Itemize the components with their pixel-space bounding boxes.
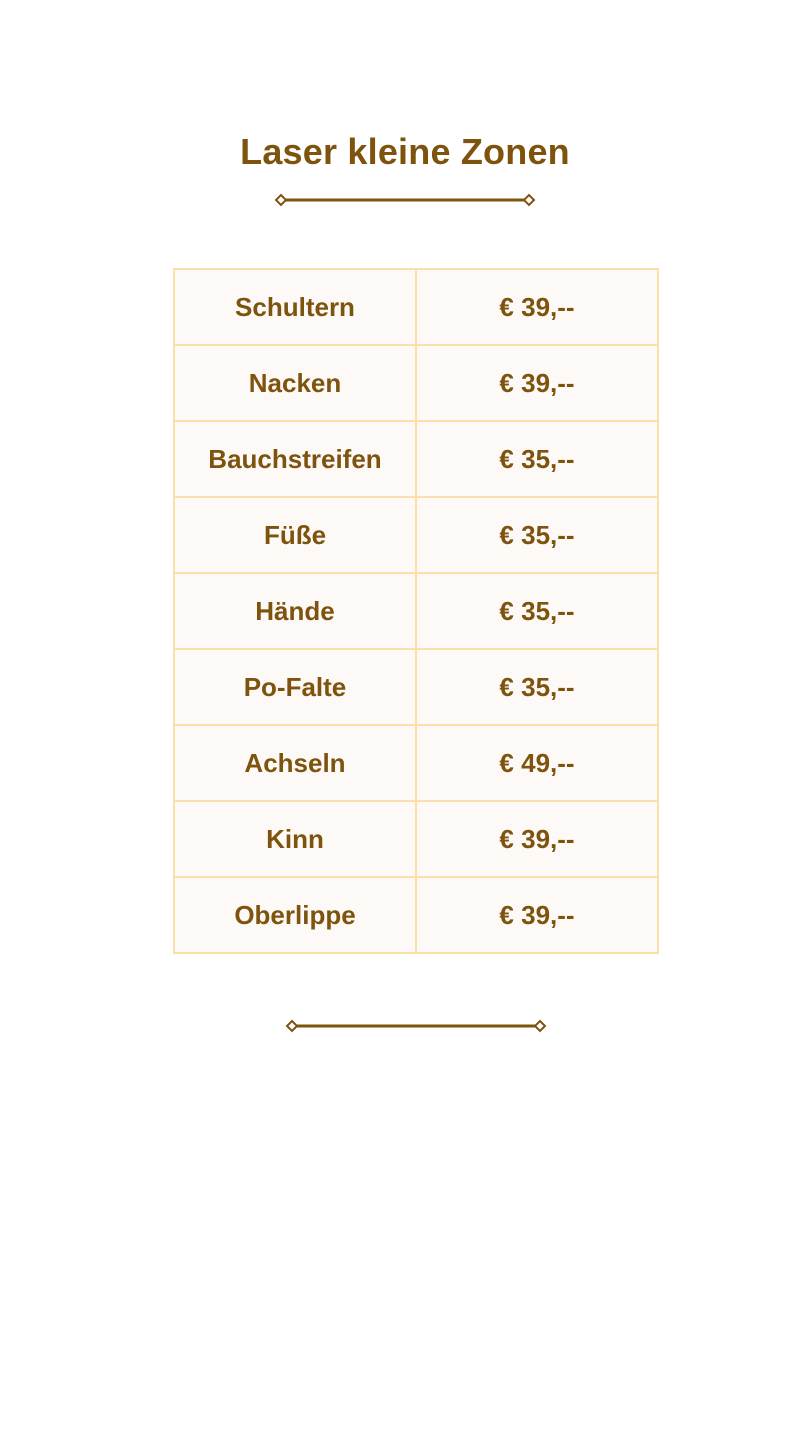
table-row: Oberlippe € 39,-- [173, 876, 659, 954]
zone-price: € 35,-- [415, 420, 659, 498]
zone-name: Oberlippe [173, 876, 417, 954]
table-row: Kinn € 39,-- [173, 800, 659, 878]
zone-price: € 39,-- [415, 344, 659, 422]
zone-price: € 39,-- [415, 876, 659, 954]
zone-price: € 35,-- [415, 572, 659, 650]
table-row: Po-Falte € 35,-- [173, 648, 659, 726]
zone-price: € 39,-- [415, 268, 659, 346]
table-row: Bauchstreifen € 35,-- [173, 420, 659, 498]
zone-price: € 49,-- [415, 724, 659, 802]
zone-name: Achseln [173, 724, 417, 802]
page-title: Laser kleine Zonen [240, 131, 570, 173]
ornamental-divider-bottom [285, 1019, 547, 1033]
table-row: Füße € 35,-- [173, 496, 659, 574]
zone-name: Füße [173, 496, 417, 574]
zone-name: Kinn [173, 800, 417, 878]
zone-price: € 35,-- [415, 496, 659, 574]
price-table: Schultern € 39,-- Nacken € 39,-- Bauchst… [173, 268, 659, 954]
zone-price: € 39,-- [415, 800, 659, 878]
zone-name: Schultern [173, 268, 417, 346]
table-row: Schultern € 39,-- [173, 268, 659, 346]
ornamental-divider-top [274, 193, 536, 207]
zone-price: € 35,-- [415, 648, 659, 726]
zone-name: Bauchstreifen [173, 420, 417, 498]
table-row: Hände € 35,-- [173, 572, 659, 650]
zone-name: Hände [173, 572, 417, 650]
table-row: Achseln € 49,-- [173, 724, 659, 802]
zone-name: Nacken [173, 344, 417, 422]
table-row: Nacken € 39,-- [173, 344, 659, 422]
zone-name: Po-Falte [173, 648, 417, 726]
